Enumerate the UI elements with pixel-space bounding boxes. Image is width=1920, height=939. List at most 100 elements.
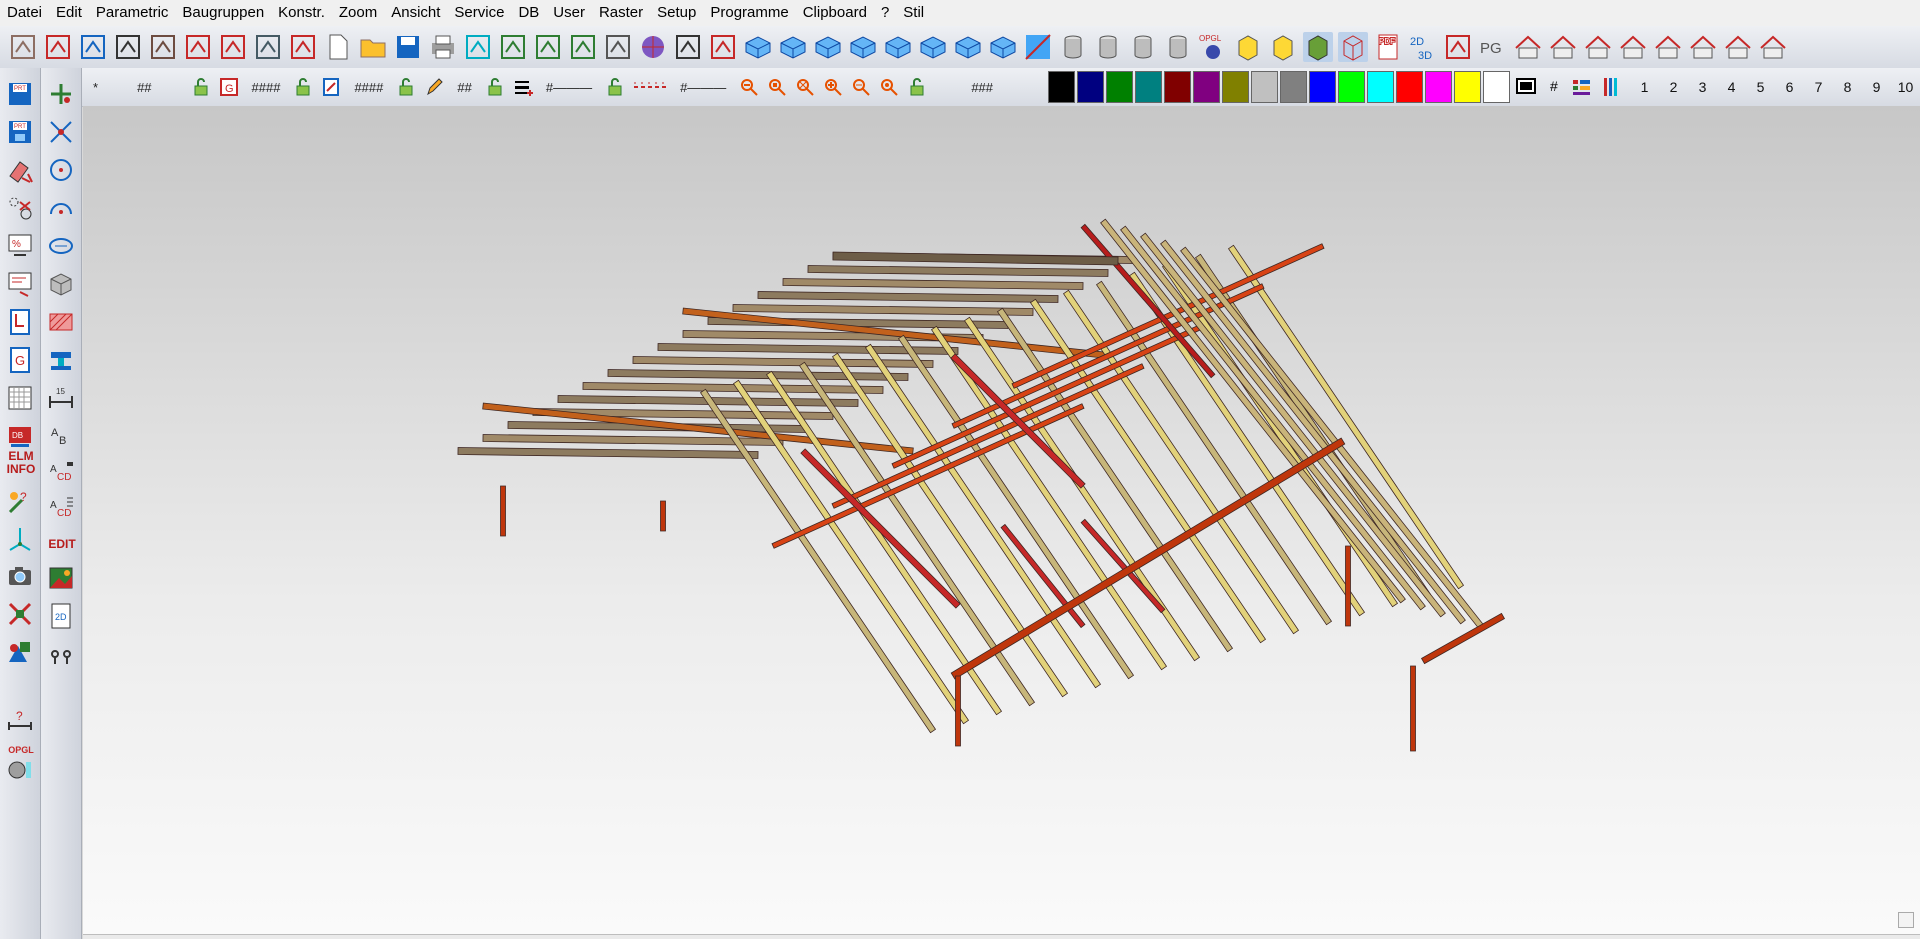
menu-item-zoom[interactable]: Zoom (332, 0, 384, 26)
lock-icon[interactable] (191, 77, 211, 97)
box-view-7-icon[interactable] (953, 32, 983, 62)
eraser-icon[interactable] (6, 156, 34, 184)
lock-3-icon[interactable] (396, 77, 416, 97)
cylinder-1-icon[interactable] (1058, 32, 1088, 62)
help-tool-icon[interactable]: ? (6, 488, 34, 516)
circle-center-icon[interactable] (47, 156, 75, 184)
roof-tool-1-icon[interactable] (1513, 32, 1543, 62)
field-3[interactable]: #### (354, 80, 383, 95)
shapes-icon[interactable] (6, 638, 34, 666)
color-swatch-14[interactable] (1425, 71, 1452, 103)
line-weight-icon[interactable] (513, 77, 533, 97)
pdf-icon[interactable]: PDF (1373, 32, 1403, 62)
color-swatch-7[interactable] (1222, 71, 1249, 103)
color-swatch-1[interactable] (1048, 71, 1075, 103)
box-view-3-icon[interactable] (813, 32, 843, 62)
color-swatch-8[interactable] (1251, 71, 1278, 103)
save-icon[interactable] (393, 32, 423, 62)
color-swatch-4[interactable] (1135, 71, 1162, 103)
line-pattern-field[interactable]: #——— (680, 80, 726, 95)
intersection-icon[interactable] (47, 118, 75, 146)
menu-item-stil[interactable]: Stil (896, 0, 931, 26)
menu-item-clipboard[interactable]: Clipboard (796, 0, 874, 26)
text-list-icon[interactable]: ACD (47, 494, 75, 522)
funnel-icon[interactable] (183, 32, 213, 62)
add-element-icon[interactable] (568, 32, 598, 62)
coordinate-axis-icon[interactable] (6, 524, 34, 552)
table-icon[interactable] (673, 32, 703, 62)
add-point-icon[interactable] (47, 80, 75, 108)
box-view-8-icon[interactable] (988, 32, 1018, 62)
menu-item-help[interactable]: ? (874, 0, 896, 26)
color-swatch-2[interactable] (1077, 71, 1104, 103)
menu-item-service[interactable]: Service (447, 0, 511, 26)
cylinder-4-icon[interactable] (1163, 32, 1193, 62)
image-icon[interactable] (47, 564, 75, 592)
lock-2-icon[interactable] (293, 77, 313, 97)
color-swatch-13[interactable] (1396, 71, 1423, 103)
menu-item-edit[interactable]: Edit (49, 0, 89, 26)
page-g-icon[interactable]: G (6, 346, 34, 374)
tools-icon[interactable] (603, 32, 633, 62)
roof-icon[interactable] (8, 32, 38, 62)
pencil-icon[interactable] (424, 77, 444, 97)
2d-sheet-icon[interactable]: 2D (47, 602, 75, 630)
layer-number-5[interactable]: 5 (1746, 79, 1775, 95)
yellow-solid-plus-icon[interactable] (1268, 32, 1298, 62)
field-4[interactable]: ## (457, 80, 471, 95)
box-view-2-icon[interactable] (778, 32, 808, 62)
zoom-pan-icon[interactable] (879, 77, 899, 97)
star-marker[interactable]: * (93, 80, 98, 95)
menu-item-konstr[interactable]: Konstr. (271, 0, 332, 26)
layer-number-8[interactable]: 8 (1833, 79, 1862, 95)
dimension-icon[interactable]: 15 (47, 384, 75, 412)
layer-number-4[interactable]: 4 (1717, 79, 1746, 95)
dashed-line-icon[interactable] (633, 77, 667, 97)
layer-number-9[interactable]: 9 (1862, 79, 1891, 95)
beam-connector-icon[interactable] (253, 32, 283, 62)
axis-move-icon[interactable] (533, 32, 563, 62)
roof-tool-6-icon[interactable] (1688, 32, 1718, 62)
layer-bars-icon[interactable] (1602, 77, 1622, 97)
yellow-solid-icon[interactable] (1233, 32, 1263, 62)
axis-measure-icon[interactable] (498, 32, 528, 62)
ellipse-icon[interactable] (47, 232, 75, 260)
color-swatch-5[interactable] (1164, 71, 1191, 103)
menu-item-programme[interactable]: Programme (703, 0, 795, 26)
roof-tool-8-icon[interactable] (1758, 32, 1788, 62)
database-icon[interactable]: DB (6, 422, 34, 450)
field-2[interactable]: #### (252, 80, 281, 95)
window-icon[interactable] (148, 32, 178, 62)
2d-3d-icon[interactable]: 2D3D (1408, 32, 1438, 62)
globe-icon[interactable] (638, 32, 668, 62)
opgl-icon[interactable]: OPGL (1198, 32, 1228, 62)
opgl-sphere-icon[interactable] (6, 756, 34, 784)
menu-item-db[interactable]: DB (511, 0, 546, 26)
menu-item-ansicht[interactable]: Ansicht (384, 0, 447, 26)
layer-number-6[interactable]: 6 (1775, 79, 1804, 95)
stairs-icon[interactable] (218, 32, 248, 62)
color-swatch-16[interactable] (1483, 71, 1510, 103)
new-document-icon[interactable] (323, 32, 353, 62)
print-icon[interactable] (428, 32, 458, 62)
solid-box-icon[interactable] (47, 270, 75, 298)
roof-tool-7-icon[interactable] (1723, 32, 1753, 62)
page-setup-icon[interactable] (6, 270, 34, 298)
zoom-window-icon[interactable] (767, 77, 787, 97)
zoom-out-icon[interactable] (739, 77, 759, 97)
lock-6-icon[interactable] (907, 77, 927, 97)
text-icon[interactable]: AB (47, 422, 75, 450)
arc-icon[interactable] (47, 194, 75, 222)
pg-icon[interactable]: PG (1478, 32, 1508, 62)
percent-icon[interactable]: % (6, 232, 34, 260)
roof-tool-2-icon[interactable] (1548, 32, 1578, 62)
color-swatch-6[interactable] (1193, 71, 1220, 103)
roof-edit-icon[interactable] (288, 32, 318, 62)
viewport-corner-button[interactable] (1898, 912, 1914, 928)
wireframe-box-icon[interactable] (1338, 32, 1368, 62)
model-viewport[interactable] (83, 106, 1920, 934)
box-view-1-icon[interactable] (743, 32, 773, 62)
color-swatch-9[interactable] (1280, 71, 1307, 103)
house-icon[interactable] (78, 32, 108, 62)
lock-4-icon[interactable] (485, 77, 505, 97)
